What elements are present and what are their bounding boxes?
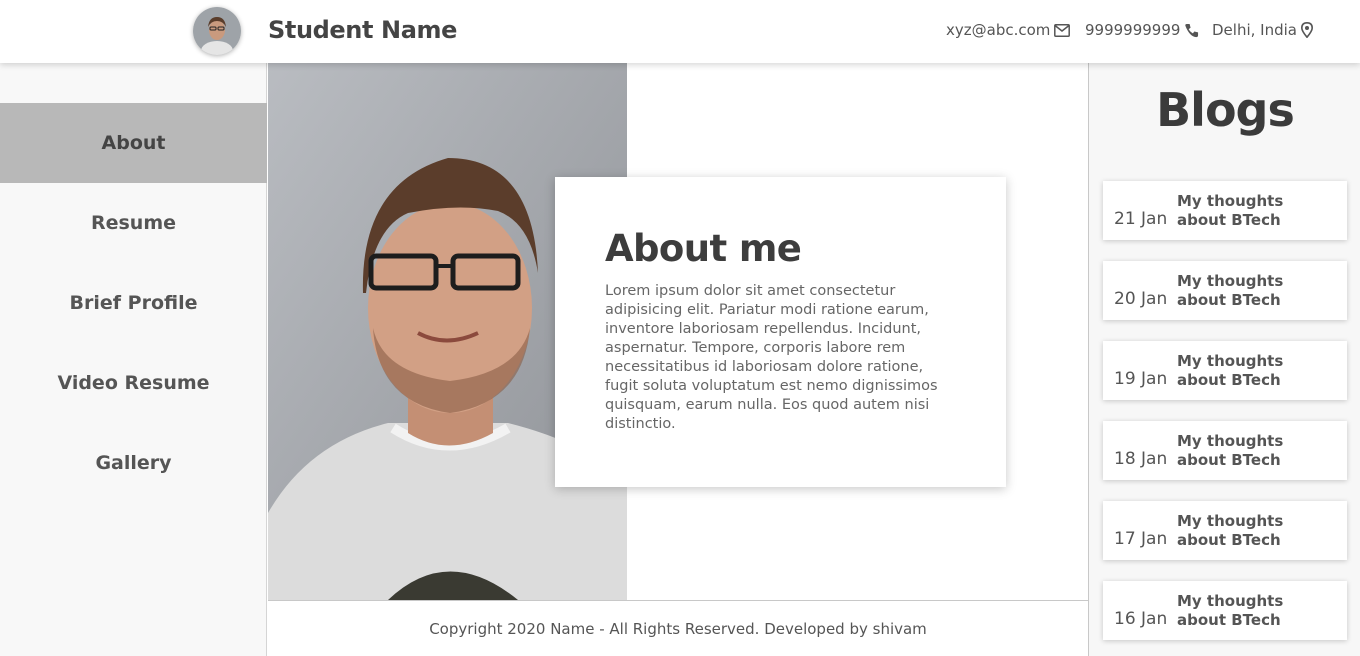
blog-title: My thoughts about BTech — [1177, 432, 1284, 469]
blog-title: My thoughts about BTech — [1177, 192, 1284, 229]
sidebar-item-label: Video Resume — [57, 372, 210, 394]
blog-title: My thoughts about BTech — [1177, 592, 1284, 629]
sidebar-item-label: Resume — [90, 212, 177, 234]
contact-location[interactable]: Delhi, India — [1212, 21, 1313, 39]
site-name: Student Name — [268, 16, 457, 44]
blogs-title: Blogs — [1156, 83, 1295, 137]
about-title: About me — [605, 227, 802, 270]
sidebar-item-gallery[interactable]: Gallery — [0, 423, 267, 503]
sidebar-item-label: About — [101, 132, 166, 154]
location-text: Delhi, India — [1212, 21, 1297, 39]
about-text: Lorem ipsum dolor sit amet consectetur a… — [605, 283, 938, 432]
sidebar-item-resume[interactable]: Resume — [0, 183, 267, 263]
blog-title: My thoughts about BTech — [1177, 272, 1284, 309]
blog-card[interactable]: 21 Jan My thoughts about BTech — [1103, 181, 1347, 240]
sidebar-item-video-resume[interactable]: Video Resume — [0, 343, 267, 423]
blog-card[interactable]: 19 Jan My thoughts about BTech — [1103, 341, 1347, 400]
envelope-icon — [1054, 23, 1071, 37]
email-text: xyz@abc.com — [946, 21, 1051, 39]
sidebar-item-brief-profile[interactable]: Brief Profile — [0, 263, 267, 343]
sidebar-nav: About Resume Brief Profile Video Resume … — [0, 63, 267, 656]
blog-date: 19 Jan — [1114, 369, 1168, 389]
sidebar-item-label: Brief Profile — [69, 292, 198, 314]
top-header: Student Name xyz@abc.com 9999999999 Delh… — [0, 0, 1360, 63]
avatar[interactable] — [193, 7, 241, 55]
main-content: About me Lorem ipsum dolor sit amet cons… — [268, 63, 1088, 600]
blog-date: 17 Jan — [1114, 529, 1168, 549]
sidebar-item-about[interactable]: About — [0, 103, 267, 183]
contact-phone[interactable]: 9999999999 — [1085, 21, 1199, 39]
blog-card[interactable]: 18 Jan My thoughts about BTech — [1103, 421, 1347, 480]
phone-text: 9999999999 — [1085, 21, 1181, 39]
blog-date: 21 Jan — [1114, 209, 1168, 229]
blogs-sidebar: Blogs 21 Jan My thoughts about BTech 20 … — [1088, 63, 1360, 656]
blog-title: My thoughts about BTech — [1177, 512, 1284, 549]
about-card: About me Lorem ipsum dolor sit amet cons… — [555, 177, 1006, 487]
blog-card[interactable]: 20 Jan My thoughts about BTech — [1103, 261, 1347, 320]
contact-email[interactable]: xyz@abc.com — [946, 21, 1071, 39]
footer: Copyright 2020 Name - All Rights Reserve… — [268, 600, 1088, 656]
map-marker-icon — [1300, 22, 1313, 38]
sidebar-item-label: Gallery — [95, 452, 172, 474]
copyright-text: Copyright 2020 Name - All Rights Reserve… — [429, 619, 927, 638]
blog-date: 16 Jan — [1114, 609, 1168, 629]
blog-card[interactable]: 16 Jan My thoughts about BTech — [1103, 581, 1347, 640]
blog-title: My thoughts about BTech — [1177, 352, 1284, 389]
blog-card[interactable]: 17 Jan My thoughts about BTech — [1103, 501, 1347, 560]
phone-icon — [1184, 23, 1199, 38]
blog-date: 18 Jan — [1114, 449, 1168, 469]
blog-date: 20 Jan — [1114, 289, 1168, 309]
